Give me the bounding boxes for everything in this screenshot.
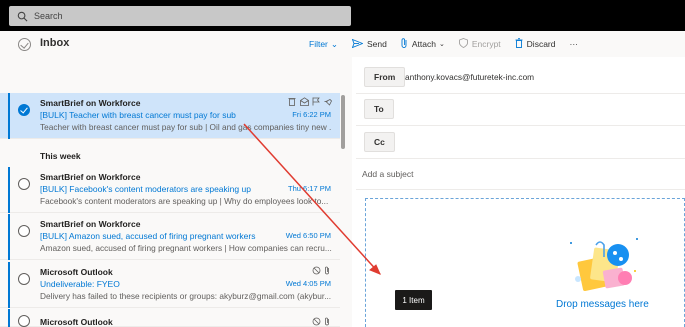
pin-icon[interactable] (324, 97, 332, 106)
message-checkbox[interactable] (18, 273, 30, 285)
message-item[interactable]: Microsoft Outlook Undeliverable: FYEO We… (0, 262, 340, 308)
search-box[interactable]: Search (9, 6, 351, 26)
message-time: Thu 6:17 PM (288, 184, 331, 193)
from-address: anthony.kovacs@futuretek-inc.com (405, 72, 535, 82)
cc-button[interactable]: Cc (364, 132, 395, 152)
discard-button[interactable]: Discard (515, 38, 556, 50)
drag-item-count: 1 Item (395, 290, 432, 310)
drop-zone-label: Drop messages here (556, 299, 649, 310)
message-checkbox[interactable] (18, 225, 30, 237)
top-bar: Search (0, 0, 685, 31)
attach-button[interactable]: Attach ⌄ (401, 38, 445, 50)
message-item[interactable]: Microsoft Outlook (0, 309, 340, 327)
to-button[interactable]: To (364, 99, 394, 119)
delete-icon[interactable] (288, 97, 296, 106)
message-item[interactable]: SmartBrief on Workforce [BULK] Facebook'… (0, 167, 340, 213)
attachment-icon (324, 317, 332, 326)
message-preview: Facebook's content moderators are speaki… (40, 196, 329, 206)
folder-title: Inbox (40, 37, 70, 49)
attachment-icon (324, 266, 332, 275)
message-subject: [BULK] Amazon sued, accused of firing pr… (40, 231, 256, 241)
send-icon (351, 38, 364, 50)
from-row: From anthony.kovacs@futuretek-inc.com (356, 61, 685, 94)
message-preview: Teacher with breast cancer must pay for … (40, 122, 332, 132)
trash-icon (515, 38, 523, 50)
message-item[interactable]: SmartBrief on Workforce [BULK] Teacher w… (0, 93, 340, 139)
message-subject: [BULK] Facebook's content moderators are… (40, 184, 251, 194)
encrypt-button[interactable]: Encrypt (458, 38, 501, 50)
importance-icon (312, 266, 321, 275)
compose-toolbar: Send Attach ⌄ Encrypt Discard ··· (351, 31, 685, 57)
cc-row[interactable]: Cc (356, 126, 685, 159)
message-subject: Undeliverable: FYEO (40, 279, 120, 289)
message-subject: [BULK] Teacher with breast cancer must p… (40, 110, 236, 120)
mark-read-icon[interactable] (300, 97, 309, 106)
select-all-checkbox[interactable] (18, 38, 31, 51)
date-section-header: This week (0, 145, 340, 167)
shield-icon (458, 38, 468, 50)
flag-icon[interactable] (312, 97, 320, 106)
message-time: Fri 6:22 PM (292, 110, 331, 119)
to-row[interactable]: To (356, 93, 685, 126)
message-checkbox[interactable] (18, 178, 30, 190)
message-preview: Amazon sued, accused of firing pregnant … (40, 243, 332, 253)
more-icon: ··· (569, 39, 578, 49)
importance-icon (312, 317, 321, 326)
message-actions (288, 97, 332, 106)
attachment-icon (401, 38, 408, 50)
section-label: This week (40, 151, 81, 161)
chevron-down-icon: ⌄ (438, 41, 445, 48)
search-icon (17, 11, 28, 21)
message-sender: SmartBrief on Workforce (40, 172, 141, 182)
filter-label: Filter (309, 39, 328, 49)
send-button[interactable]: Send (351, 38, 387, 50)
message-checkbox[interactable] (18, 104, 30, 116)
subject-field[interactable]: Add a subject (356, 158, 685, 190)
inbox-header: Inbox Filter ⌄ (0, 34, 346, 56)
message-time: Wed 6:50 PM (285, 231, 331, 240)
search-placeholder: Search (34, 11, 63, 21)
more-options-button[interactable]: ··· (569, 39, 578, 49)
message-indicators (312, 266, 332, 275)
attach-label: Attach (411, 39, 436, 49)
filter-button[interactable]: Filter ⌄ (309, 39, 338, 50)
chevron-down-icon: ⌄ (330, 39, 339, 49)
message-time: Wed 4:05 PM (285, 279, 331, 288)
message-sender: Microsoft Outlook (40, 267, 113, 277)
send-label: Send (367, 39, 387, 49)
message-sender: SmartBrief on Workforce (40, 98, 141, 108)
encrypt-label: Encrypt (471, 39, 501, 49)
subject-placeholder: Add a subject (362, 169, 414, 179)
scrollbar[interactable] (341, 95, 345, 149)
message-indicators (312, 317, 332, 326)
drop-illustration (570, 238, 638, 292)
from-button[interactable]: From (364, 67, 406, 87)
message-sender: SmartBrief on Workforce (40, 219, 141, 229)
message-preview: Delivery has failed to these recipients … (40, 291, 332, 301)
message-item[interactable]: SmartBrief on Workforce [BULK] Amazon su… (0, 214, 340, 260)
discard-label: Discard (526, 39, 556, 49)
message-sender: Microsoft Outlook (40, 317, 113, 327)
message-checkbox[interactable] (18, 315, 30, 327)
